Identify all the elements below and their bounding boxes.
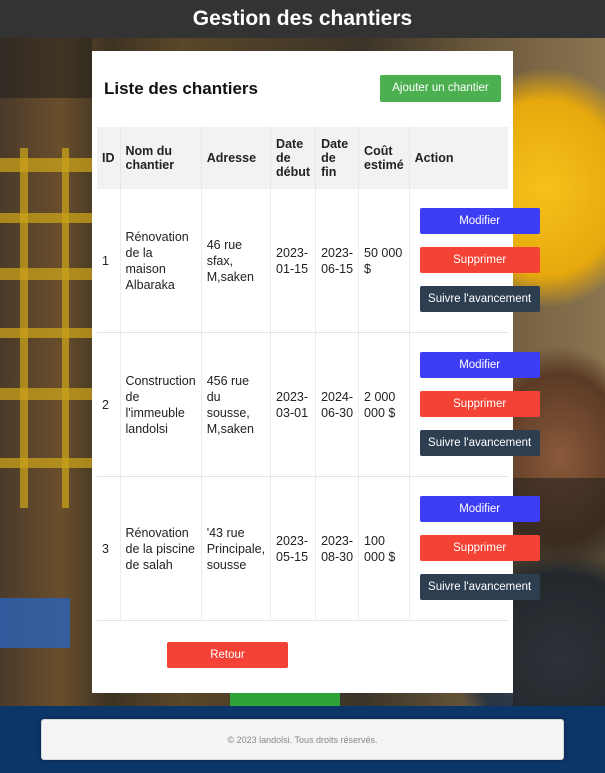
supprimer-button[interactable]: Supprimer: [419, 391, 540, 417]
suivre-avancement-button[interactable]: Suivre l'avancement: [419, 286, 540, 312]
cell-fin: 2023-08-30: [315, 476, 360, 621]
col-header-fin: Date de fin: [315, 127, 360, 189]
cell-id: 2: [97, 332, 121, 477]
suivre-avancement-button[interactable]: Suivre l'avancement: [419, 574, 540, 600]
cell-adresse: 456 rue du sousse, M,saken: [201, 332, 272, 477]
cell-nom: Rénovation de la piscine de salah: [120, 476, 202, 621]
app-header: Gestion des chantiers: [0, 0, 605, 38]
table-header-row: ID Nom du chantier Adresse Date de début…: [97, 127, 508, 189]
cell-nom: Rénovation de la maison Albaraka: [120, 189, 202, 333]
cell-debut: 2023-03-01: [270, 332, 317, 477]
add-chantier-button[interactable]: Ajouter un chantier: [380, 75, 501, 102]
card-header: Liste des chantiers Ajouter un chantier: [104, 75, 501, 105]
cell-actions: Modifier Supprimer Suivre l'avancement: [409, 189, 540, 333]
modifier-button[interactable]: Modifier: [419, 208, 540, 234]
suivre-avancement-button[interactable]: Suivre l'avancement: [419, 430, 540, 456]
supprimer-button[interactable]: Supprimer: [419, 535, 540, 561]
cell-nom: Construction de l'immeuble landolsi: [120, 332, 202, 477]
col-header-id: ID: [97, 127, 121, 189]
table-row: 2 Construction de l'immeuble landolsi 45…: [97, 332, 540, 477]
table-row: 3 Rénovation de la piscine de salah '43 …: [97, 476, 540, 621]
col-header-cout: Coût estimé: [358, 127, 410, 189]
modifier-button[interactable]: Modifier: [419, 352, 540, 378]
cell-adresse: 46 rue sfax, M,saken: [201, 189, 272, 333]
col-header-adresse: Adresse: [201, 127, 272, 189]
col-header-action: Action: [409, 127, 508, 189]
chantiers-table: ID Nom du chantier Adresse Date de début…: [97, 127, 540, 621]
modifier-button[interactable]: Modifier: [419, 496, 540, 522]
cell-debut: 2023-01-15: [270, 189, 317, 333]
cell-actions: Modifier Supprimer Suivre l'avancement: [409, 476, 540, 621]
cell-id: 1: [97, 189, 121, 333]
card-title: Liste des chantiers: [104, 79, 259, 98]
retour-button[interactable]: Retour: [167, 642, 288, 668]
cell-cout: 2 000 000 $: [358, 332, 410, 477]
cell-actions: Modifier Supprimer Suivre l'avancement: [409, 332, 540, 477]
cell-adresse: '43 rue Principale, sousse: [201, 476, 272, 621]
cell-id: 3: [97, 476, 121, 621]
cell-fin: 2023-06-15: [315, 189, 360, 333]
chantiers-card: Liste des chantiers Ajouter un chantier …: [92, 51, 540, 693]
cell-fin: 2024-06-30: [315, 332, 360, 477]
table-row: 1 Rénovation de la maison Albaraka 46 ru…: [97, 189, 540, 333]
cell-cout: 50 000 $: [358, 189, 410, 333]
cell-cout: 100 000 $: [358, 476, 410, 621]
cell-debut: 2023-05-15: [270, 476, 317, 621]
supprimer-button[interactable]: Supprimer: [419, 247, 540, 273]
col-header-debut: Date de début: [270, 127, 317, 189]
col-header-nom: Nom du chantier: [120, 127, 202, 189]
footer: © 2023 landolsi. Tous droits réservés.: [41, 719, 564, 760]
